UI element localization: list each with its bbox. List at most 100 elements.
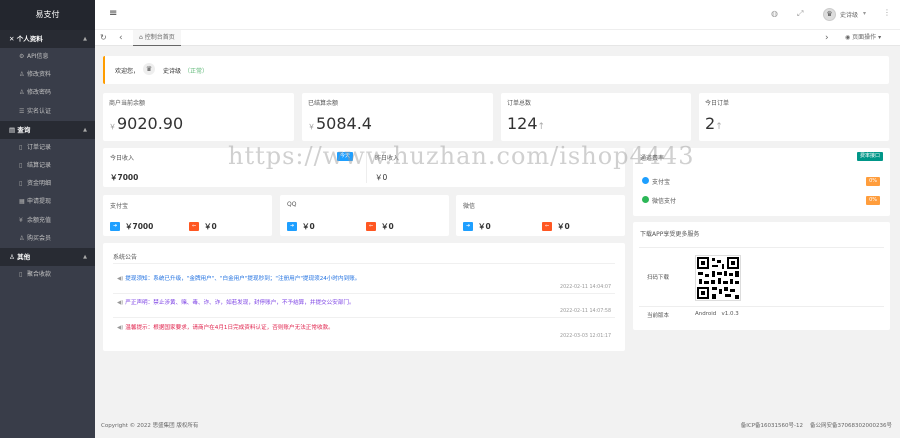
arrow-right-badge-icon: ➜	[463, 222, 474, 231]
page-ops-dropdown[interactable]: ◉ 页面操作 ▾	[845, 30, 881, 46]
chevron-left-icon[interactable]: ‹	[119, 30, 123, 46]
stat-value-wrap: ￥9020.90	[109, 114, 183, 133]
more-icon[interactable]: ⋮	[883, 8, 891, 17]
sidebar-item-edit-profile[interactable]: ♙ 修改资料	[0, 66, 95, 84]
channel-card-alipay: 支付宝 ➜ ￥7000 ⇐ ￥0	[103, 195, 272, 236]
qr-code-graphic	[697, 257, 739, 299]
sidebar-group-label: 查询	[17, 125, 31, 134]
caret-up-icon: ▲	[83, 253, 87, 260]
notice-item[interactable]: ◀) 温馨提示：根据国家要求，请商户在4月1日完成资料认证，否则账户无法正常收款…	[117, 323, 334, 331]
scan-label: 扫码下载	[647, 275, 670, 281]
stat-value: 9020.90	[117, 114, 184, 133]
footer: Copyright © 2022 思盛集团 版权所有 备ICP备16031560…	[95, 414, 900, 438]
notice-text: 提现须知：系统已升级，"金牌用户"、"白金用户"提现秒到；"注册用户"提现须24…	[125, 276, 361, 282]
yen-icon: ¥	[19, 216, 23, 224]
notice-item[interactable]: ◀) 严正声明：禁止涉黄、赌、毒、诈、诈，如若发现，封停账户，不予结算，并提交公…	[117, 298, 355, 306]
status-badge: （正常）	[184, 68, 209, 75]
sidebar-item-label: 申请提现	[27, 198, 52, 206]
channel-value-in: ￥7000	[125, 222, 154, 231]
app-logo[interactable]: 易支付	[0, 0, 95, 30]
icp-record[interactable]: 备ICP备16031560号-12 备公网安备37068302000236号	[741, 414, 892, 438]
arrow-up-icon: ↑	[715, 122, 723, 132]
doc-icon: ▯	[19, 180, 23, 188]
sidebar-group-query[interactable]: ▤ 查询 ▲	[0, 120, 95, 139]
sidebar-item-label: API信息	[27, 53, 49, 60]
sidebar-item-funds[interactable]: ▯ 资金明细	[0, 175, 95, 193]
sidebar-item-change-password[interactable]: ♙ 修改密码	[0, 84, 95, 102]
notice-title: 系统公告	[113, 254, 138, 261]
welcome-card: 欢迎您， ♛ 史诗级 （正常）	[103, 56, 889, 84]
user-name[interactable]: 史诗级	[840, 10, 858, 19]
tab-home[interactable]: ⌂ 控制台首页	[133, 30, 181, 46]
stat-prefix: ￥	[109, 123, 116, 131]
today-income-value: ￥7000	[110, 173, 139, 182]
divider	[639, 247, 884, 248]
alipay-circle-icon	[642, 177, 649, 184]
arrow-left-badge-icon: ⇐	[542, 222, 553, 231]
channel-label: 微信	[463, 203, 476, 210]
sidebar-item-verify[interactable]: ☰ 实名认证	[0, 103, 95, 121]
sidebar-item-api[interactable]: ⚙ API信息	[0, 48, 95, 66]
notice-card: 系统公告 ◀) 提现须知：系统已升级，"金牌用户"、"白金用户"提现秒到；"注册…	[103, 243, 625, 351]
stat-value-wrap: 2↑	[705, 114, 723, 133]
stat-card-today-orders: 今日订单 2↑	[699, 93, 889, 141]
notice-text: 严正声明：禁止涉黄、赌、毒、诈、诈，如若发现，封停账户，不予结算，并提交公安部门…	[125, 300, 355, 306]
notice-item[interactable]: ◀) 提现须知：系统已升级，"金牌用户"、"白金用户"提现秒到；"注册用户"提现…	[117, 274, 360, 282]
user-icon: ♙	[19, 89, 25, 97]
stat-label: 已结算余额	[308, 100, 339, 107]
arrow-left-badge-icon: ⇐	[189, 222, 200, 231]
rate-value: 0%	[866, 196, 880, 205]
notice-text: 温馨提示：根据国家要求，请商户在4月1日完成资料认证，否则账户无法正常收款。	[125, 325, 334, 331]
channel-value-out: ￥0	[381, 222, 394, 231]
sidebar-item-label: 订单记录	[27, 143, 52, 151]
top-bar: ≡ ◍ ⤢ ♛ 史诗级 ▾ ⋮	[95, 0, 900, 30]
sidebar-item-label: 实名认证	[27, 107, 52, 115]
sidebar-item-label: 聚合收款	[27, 270, 52, 278]
stat-label: 订单总数	[507, 100, 532, 107]
bank-icon: ▦	[19, 198, 25, 206]
sidebar-item-label: 余额充值	[27, 216, 52, 224]
welcome-text: 欢迎您，	[115, 68, 140, 75]
tab-bar: ↻ ‹ ⌂ 控制台首页 › ◉ 页面操作 ▾	[95, 30, 900, 46]
menu-toggle-icon[interactable]: ≡	[109, 8, 117, 19]
rates-badge: 费率接口	[856, 152, 883, 161]
sidebar: 易支付 ✕ 个人资料 ▲ ⚙ API信息 ♙ 修改资料 ♙ 修改密码 ☰ 实名认证 ▤ 查…	[0, 0, 95, 438]
stat-card-orders: 订单总数 124↑	[501, 93, 691, 141]
sidebar-item-label: 结算记录	[27, 161, 52, 169]
download-title: 下载APP享受更多服务	[640, 231, 700, 238]
sidebar-item-membership[interactable]: ♙ 购买会员	[0, 230, 95, 248]
sidebar-item-withdraw[interactable]: ▦ 申请提现	[0, 193, 95, 211]
avatar[interactable]: ♛	[823, 8, 836, 21]
list-icon: ☰	[19, 107, 25, 115]
stat-card-settled: 已结算余额 ￥5084.4	[302, 93, 493, 141]
doc-icon: ▯	[19, 161, 23, 169]
sidebar-item-settlements[interactable]: ▯ 结算记录	[0, 157, 95, 175]
channel-card-wechat: 微信 ➜ ￥0 ⇐ ￥0	[456, 195, 625, 236]
sidebar-item-label: 购买会员	[27, 234, 52, 242]
caret-up-icon: ▲	[83, 36, 87, 42]
sidebar-item-label: 资金明细	[27, 180, 52, 188]
notice-time: 2022-02-11 14:07:58	[560, 309, 611, 314]
sidebar-group-profile[interactable]: ✕ 个人资料 ▲	[0, 30, 95, 48]
divider	[639, 306, 884, 307]
theme-icon[interactable]: ◍	[771, 9, 778, 18]
chevron-right-icon[interactable]: ›	[825, 30, 829, 46]
copyright: Copyright © 2022 思盛集团 版权所有	[101, 423, 199, 429]
welcome-name: 史诗级	[163, 68, 182, 75]
stat-prefix: ￥	[308, 123, 315, 131]
sidebar-item-orders[interactable]: ▯ 订单记录	[0, 139, 95, 157]
refresh-icon[interactable]: ↻	[100, 30, 107, 46]
sidebar-group-other[interactable]: ♙ 其他 ▲	[0, 247, 95, 266]
wrench-icon: ✕	[9, 35, 17, 43]
chevron-down-icon[interactable]: ▾	[863, 10, 866, 17]
channel-value-in: ￥0	[478, 222, 491, 231]
version-value: Android v1.0.3	[695, 311, 739, 317]
arrow-right-badge-icon: ➜	[287, 222, 298, 231]
user-icon: ♙	[9, 252, 18, 261]
tab-home-label: 控制台首页	[144, 34, 175, 41]
divider	[113, 317, 615, 318]
fullscreen-icon[interactable]: ⤢	[797, 9, 803, 19]
divider	[113, 293, 615, 294]
sidebar-item-aggregate[interactable]: ▯ 聚合收款	[0, 266, 95, 284]
sidebar-item-recharge[interactable]: ¥ 余额充值	[0, 212, 95, 230]
